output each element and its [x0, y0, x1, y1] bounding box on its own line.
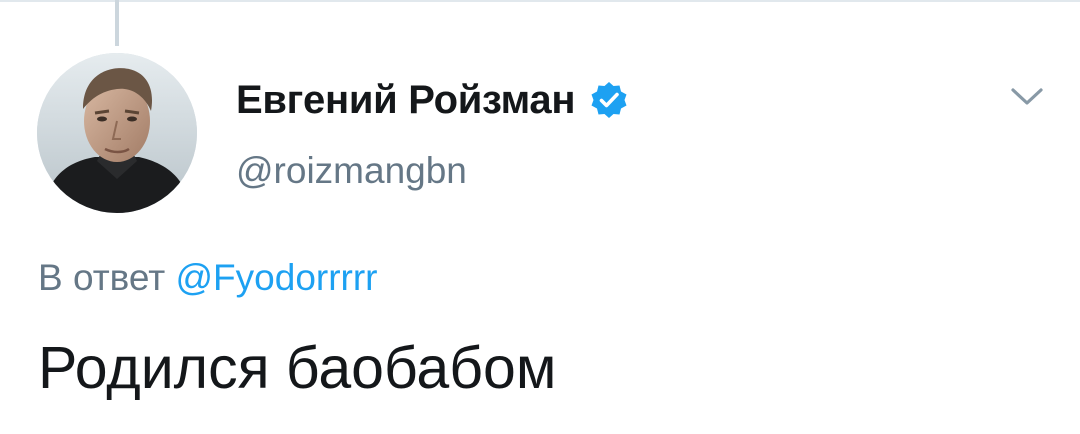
- tweet-text: Родился баобабом: [38, 335, 557, 401]
- display-name[interactable]: Евгений Ройзман: [236, 78, 576, 123]
- author-name-row[interactable]: Евгений Ройзман: [236, 76, 629, 124]
- reply-prefix: В ответ: [38, 257, 166, 298]
- user-avatar-photo-icon: [37, 53, 197, 213]
- reply-context: В ответ @Fyodorrrrr: [38, 257, 378, 299]
- chevron-down-icon[interactable]: [1007, 82, 1047, 112]
- username[interactable]: @roizmangbn: [236, 150, 467, 192]
- verified-badge-icon: [589, 80, 629, 120]
- reply-mention-link[interactable]: @Fyodorrrrr: [176, 257, 378, 298]
- avatar[interactable]: [37, 53, 197, 213]
- thread-connector-line: [115, 0, 119, 46]
- top-divider: [0, 0, 1080, 2]
